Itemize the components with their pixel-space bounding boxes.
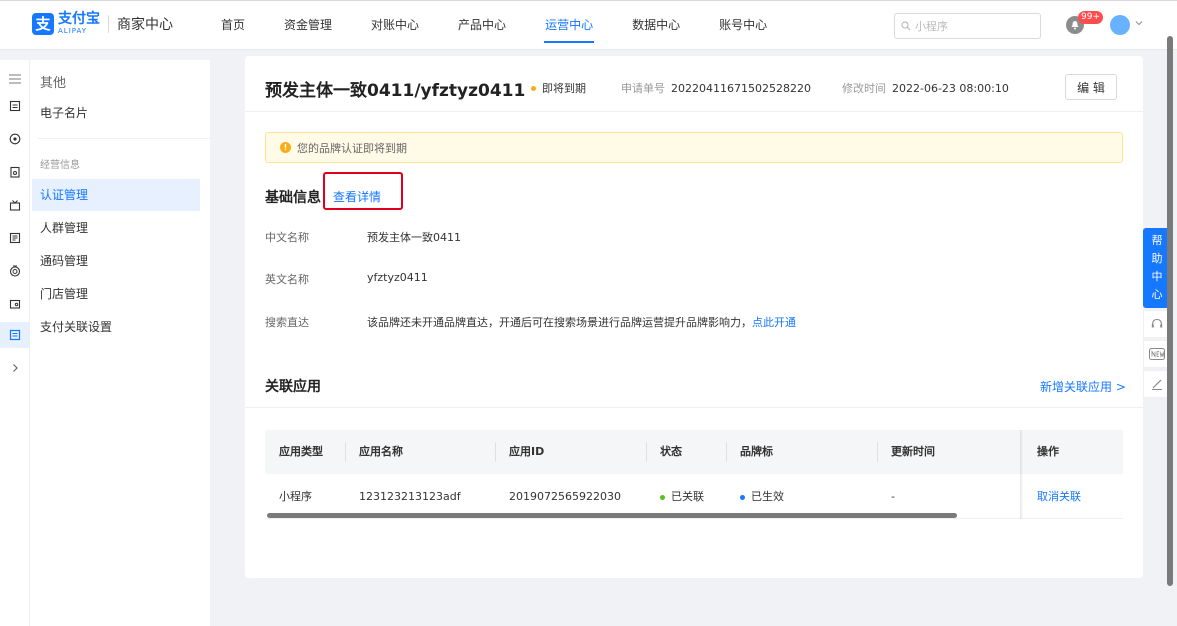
- column-header-updated: 更新时间: [891, 445, 935, 458]
- apply-number: 申请单号 20220411671502528220: [621, 80, 811, 96]
- menu-item-payment-link[interactable]: 支付关联设置: [32, 311, 200, 343]
- alert-text: 您的品牌认证即将到期: [297, 141, 407, 155]
- edit-button[interactable]: 编 辑: [1065, 74, 1117, 100]
- target-icon[interactable]: [7, 263, 23, 279]
- avatar[interactable]: [1110, 15, 1130, 35]
- menu-item-audience[interactable]: 人群管理: [32, 212, 200, 244]
- logo-divider: [108, 14, 109, 33]
- column-header-app-name: 应用名称: [359, 445, 403, 458]
- basic-info-title: 基础信息: [265, 190, 321, 206]
- search-input[interactable]: [915, 19, 1035, 33]
- modified-time-label: 修改时间: [842, 82, 886, 95]
- search-icon: [901, 21, 911, 31]
- menu-item-business-card[interactable]: 电子名片: [32, 97, 200, 129]
- wallet-icon[interactable]: [7, 296, 23, 312]
- secondary-menu: 其他 电子名片 经营信息 认证管理 人群管理 通码管理 门店管理 支付关联设置: [30, 60, 228, 626]
- notification-badge: 99+: [1078, 11, 1103, 24]
- page-header: 预发主体一致0411/yfztyz0411 即将到期 申请单号 202204116…: [245, 56, 1143, 112]
- nav-home[interactable]: 首页: [210, 0, 256, 50]
- list-icon[interactable]: [7, 230, 23, 246]
- fixed-column-shadow: [1020, 430, 1023, 519]
- column-header-app-id: 应用ID: [509, 445, 545, 458]
- search-direct-text: 该品牌还未开通品牌直达，开通后可在搜索场景进行品牌运营提升品牌影响力，: [367, 316, 752, 329]
- page-title: 预发主体一致0411/yfztyz0411: [265, 81, 526, 101]
- main-content-card: 预发主体一致0411/yfztyz0411 即将到期 申请单号 202204116…: [245, 56, 1143, 578]
- apply-number-value: 20220411671502528220: [671, 82, 811, 95]
- menu-icon[interactable]: [7, 71, 23, 87]
- icon-rail: [0, 60, 30, 626]
- field-value-search-direct: 该品牌还未开通品牌直达，开通后可在搜索场景进行品牌运营提升品牌影响力，点此开通: [367, 314, 796, 330]
- field-value-en-name: yfztyz0411: [367, 271, 428, 284]
- apply-number-label: 申请单号: [621, 82, 665, 95]
- clipboard-icon[interactable]: [7, 164, 23, 180]
- status-dot-icon: [531, 85, 536, 91]
- nav-funds[interactable]: 资金管理: [273, 0, 343, 50]
- status-text: 即将到期: [542, 82, 586, 95]
- brand-mark-dot-icon: [740, 495, 745, 500]
- field-label-search-direct: 搜索直达: [265, 316, 309, 329]
- field-value-cn-name: 预发主体一致0411: [367, 231, 461, 244]
- help-char: 帮: [1151, 234, 1163, 247]
- chevron-down-icon[interactable]: [1134, 18, 1144, 28]
- menu-section-label: 经营信息: [40, 160, 80, 171]
- status-badge: 即将到期: [531, 80, 586, 96]
- main-nav: 首页 资金管理 对账中心 产品中心 运营中心 数据中心 账号中心: [210, 0, 795, 50]
- section-divider: [245, 407, 1143, 408]
- enable-now-link[interactable]: 点此开通: [752, 316, 796, 329]
- table-header: 应用类型 应用名称 应用ID 状态 品牌标 更新时间 操作: [265, 430, 1123, 474]
- nav-data[interactable]: 数据中心: [621, 0, 691, 50]
- nav-operations[interactable]: 运营中心: [534, 0, 604, 50]
- warning-icon: !: [280, 142, 291, 153]
- cell-status-text: 已关联: [671, 490, 704, 503]
- column-header-brand-mark: 品牌标: [740, 445, 773, 458]
- compass-icon[interactable]: [7, 131, 23, 147]
- menu-item-universal-code[interactable]: 通码管理: [32, 245, 200, 277]
- logo-text: 支付宝 ALIPAY: [58, 12, 100, 35]
- column-header-status: 状态: [660, 445, 682, 458]
- document-icon[interactable]: [7, 98, 23, 114]
- cell-brand-mark-text: 已生效: [751, 490, 784, 503]
- modified-time-value: 2022-06-23 08:00:10: [892, 82, 1009, 95]
- logo-name-cn: 支付宝: [58, 11, 100, 27]
- add-related-app-link[interactable]: 新增关联应用 >: [1040, 378, 1126, 395]
- product-name: 商家中心: [117, 16, 173, 33]
- logo-name-en: ALIPAY: [58, 27, 88, 35]
- cell-action: 取消关联: [1023, 474, 1081, 519]
- page-vertical-scrollbar[interactable]: [1167, 36, 1173, 586]
- nav-products[interactable]: 产品中心: [447, 0, 517, 50]
- related-apps-title: 关联应用: [265, 379, 321, 395]
- status-dot-icon: [660, 495, 665, 500]
- expiry-alert: ! 您的品牌认证即将到期: [265, 132, 1123, 163]
- top-navigation-bar: 支 支付宝 ALIPAY 商家中心 首页 资金管理 对账中心 产品中心 运营中心…: [0, 0, 1177, 50]
- gift-icon[interactable]: [7, 197, 23, 213]
- nav-reconciliation[interactable]: 对账中心: [360, 0, 430, 50]
- help-char: 助: [1151, 252, 1163, 265]
- menu-group-title: 其他: [40, 76, 67, 91]
- menu-item-certification[interactable]: 认证管理: [32, 179, 200, 211]
- alipay-logo[interactable]: 支 支付宝 ALIPAY 商家中心: [32, 12, 173, 35]
- column-header-action: 操作: [1037, 445, 1059, 458]
- modified-time: 修改时间 2022-06-23 08:00:10: [842, 80, 1009, 96]
- nav-account[interactable]: 账号中心: [708, 0, 778, 50]
- menu-item-stores[interactable]: 门店管理: [32, 278, 200, 310]
- chevron-right-icon[interactable]: [7, 360, 23, 376]
- table-horizontal-scrollbar[interactable]: [267, 513, 957, 518]
- help-char: 中: [1151, 270, 1163, 283]
- menu-divider: [38, 138, 228, 139]
- search-box: [894, 13, 1041, 39]
- alipay-logo-mark: 支: [32, 12, 54, 35]
- highlight-box: [323, 172, 403, 210]
- unlink-app-button[interactable]: 取消关联: [1037, 490, 1081, 503]
- help-char: 心: [1151, 288, 1163, 301]
- column-header-app-type: 应用类型: [279, 445, 323, 458]
- operations-rail-icon[interactable]: [0, 322, 30, 348]
- field-label-en-name: 英文名称: [265, 273, 309, 286]
- field-label-cn-name: 中文名称: [265, 231, 309, 244]
